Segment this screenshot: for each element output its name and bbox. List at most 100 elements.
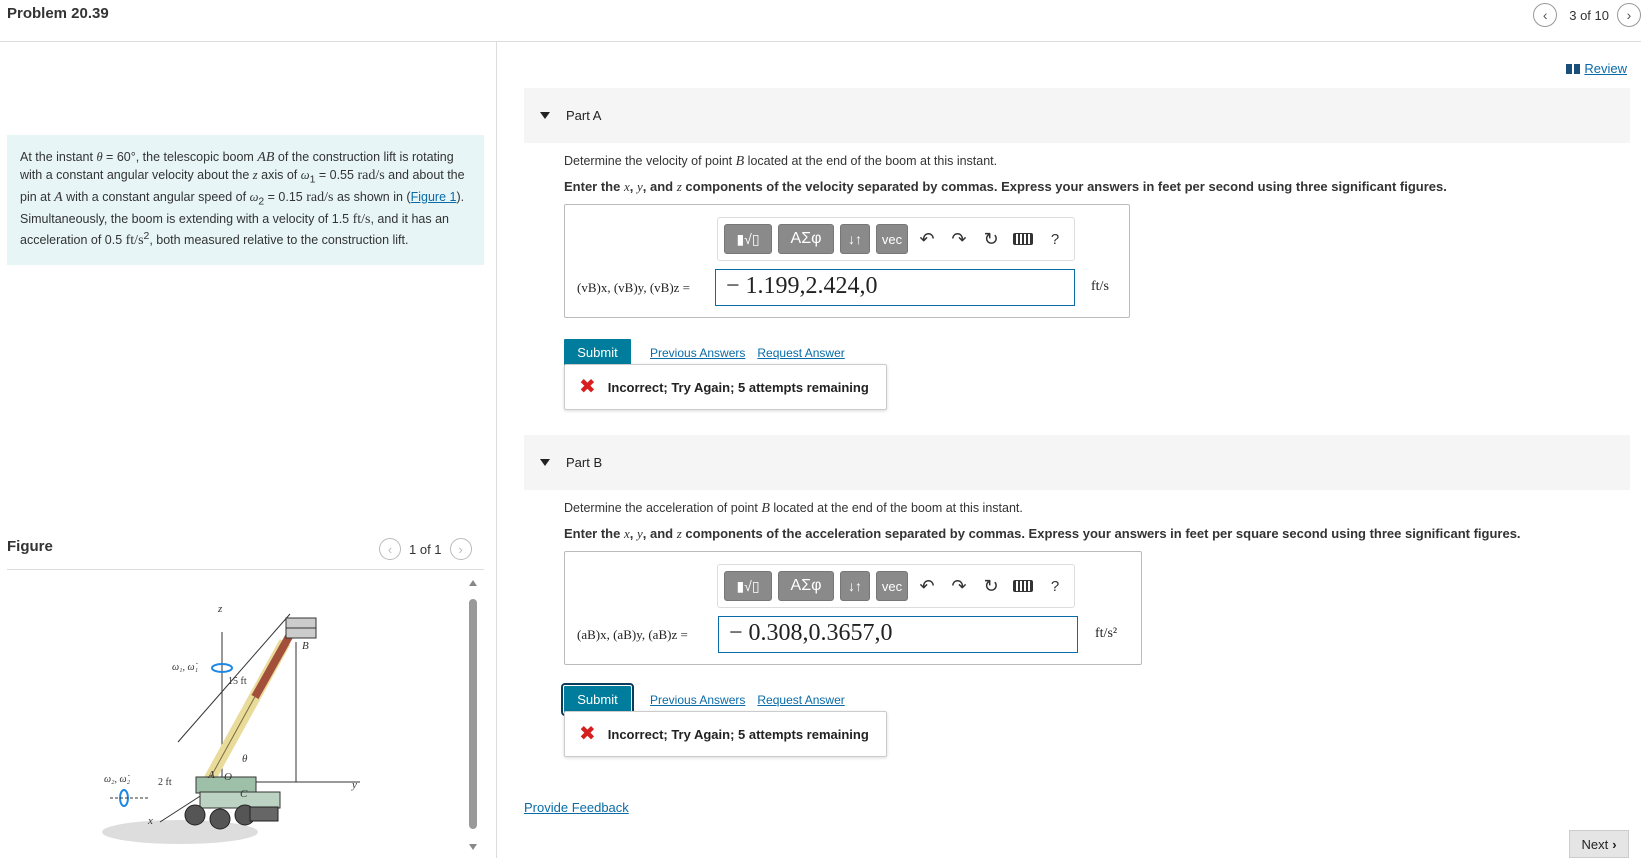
next-label: Next — [1581, 836, 1609, 852]
incorrect-x-icon: ✖ — [579, 376, 596, 398]
part-b-previous-answers-link[interactable]: Previous Answers — [650, 693, 745, 707]
collapse-triangle-icon — [540, 459, 550, 466]
right-pane: Review Part A Determine the velocity of … — [498, 42, 1641, 858]
undo-icon: ↶ — [919, 228, 935, 249]
problem-var: AB — [257, 150, 275, 165]
label-O: O — [224, 771, 232, 783]
part-a-submit-button[interactable]: Submit — [564, 339, 631, 366]
problem-text: At the instant — [20, 150, 97, 164]
redo-icon: ↷ — [951, 575, 967, 596]
templates-button[interactable]: ▮√▯ — [724, 571, 772, 601]
subscript-button[interactable]: ↓↑ — [840, 571, 870, 601]
part-a-links: Previous Answers Request Answer — [650, 346, 845, 360]
problem-unit: ft/s — [352, 211, 371, 227]
redo-button[interactable]: ↷ — [946, 571, 972, 601]
figure-pager-text: 1 of 1 — [409, 541, 442, 557]
subscript-button[interactable]: ↓↑ — [840, 224, 870, 254]
help-button[interactable]: ? — [1042, 224, 1068, 254]
figure-link[interactable]: Figure 1 — [411, 190, 457, 204]
part-b-submit-button[interactable]: Submit — [561, 683, 634, 716]
wheel-front-left — [184, 804, 206, 826]
problem-text: = 60°, the telescopic boom — [102, 150, 258, 164]
undo-icon: ↶ — [919, 575, 935, 596]
vector-button[interactable]: vec — [876, 571, 908, 601]
part-b-answer-input[interactable]: − 0.308,0.3657,0 — [718, 616, 1078, 653]
figure-scrollbar[interactable] — [466, 580, 480, 850]
part-b-input-label: (aB)x, (aB)y, (aB)z = — [577, 627, 688, 642]
part-b-links: Previous Answers Request Answer — [650, 693, 845, 707]
vector-button[interactable]: vec — [876, 224, 908, 254]
provide-feedback-link[interactable]: Provide Feedback — [524, 800, 629, 815]
problem-text: with a constant angular speed of — [62, 189, 250, 204]
help-button[interactable]: ? — [1042, 571, 1068, 601]
template-icon: ▮√▯ — [736, 577, 760, 594]
counterweight — [249, 806, 279, 822]
chevron-right-icon: › — [1626, 7, 1632, 23]
problem-pager: ‹ 3 of 10 › — [1533, 3, 1641, 27]
math-toolbar: ▮√▯ ΑΣφ ↓↑ vec ↶ ↷ ↻ ? — [717, 564, 1075, 608]
book-icon — [1566, 63, 1581, 74]
problem-var: A — [54, 189, 63, 205]
part-a-question: Determine the velocity of point B locate… — [564, 154, 997, 170]
problem-text: = 0.55 — [315, 167, 358, 182]
part-b-answer-box: ▮√▯ ΑΣφ ↓↑ vec ↶ ↷ ↻ ? (aB)x, (aB)y, (aB… — [564, 551, 1142, 665]
chevron-right-icon: › — [458, 541, 463, 557]
ground-shadow — [102, 820, 258, 844]
part-a-header[interactable]: Part A — [524, 88, 1630, 143]
scroll-thumb[interactable] — [469, 599, 477, 829]
part-a-feedback-text: Incorrect; Try Again; 5 attempts remaini… — [607, 379, 869, 395]
instr-text: components of the acceleration separated… — [681, 526, 1521, 541]
undo-button[interactable]: ↶ — [914, 571, 940, 601]
problem-pager-text: 3 of 10 — [1569, 7, 1609, 23]
next-button[interactable]: Next › — [1569, 830, 1629, 858]
problem-title: Problem 20.39 — [7, 5, 109, 22]
label-y: y — [351, 779, 357, 791]
keyboard-button[interactable] — [1010, 224, 1036, 254]
templates-button[interactable]: ▮√▯ — [724, 224, 772, 254]
construction-lift-figure: z y x B A O C θ ω₁, ω̇₁ ω₂, ω̇₂ 15 ft 2 … — [102, 603, 360, 844]
part-b-request-answer-link[interactable]: Request Answer — [757, 693, 844, 707]
figure-heading: Figure — [7, 538, 53, 555]
chevron-left-icon: ‹ — [387, 541, 393, 557]
instr-text: , and — [642, 526, 677, 541]
instr-text: components of the velocity separated by … — [681, 179, 1447, 194]
prev-figure-button[interactable]: ‹ — [379, 538, 401, 560]
keyboard-button[interactable] — [1010, 571, 1036, 601]
label-omega2: ω₂, ω̇₂ — [104, 774, 131, 785]
label-2ft: 2 ft — [158, 777, 172, 788]
prev-problem-button[interactable]: ‹ — [1533, 3, 1558, 27]
part-a-request-answer-link[interactable]: Request Answer — [757, 346, 844, 360]
reset-button[interactable]: ↻ — [978, 224, 1004, 254]
part-b-instruction: Enter the x, y, and z components of the … — [564, 526, 1521, 542]
redo-button[interactable]: ↷ — [946, 224, 972, 254]
problem-unit: rad/s — [306, 189, 334, 205]
reset-icon: ↻ — [983, 575, 999, 596]
label-theta: θ — [242, 753, 248, 765]
scroll-down-icon[interactable] — [469, 844, 477, 850]
part-a-title: Part A — [566, 108, 602, 123]
part-b-header[interactable]: Part B — [524, 435, 1630, 490]
incorrect-x-icon: ✖ — [579, 723, 596, 745]
part-a-previous-answers-link[interactable]: Previous Answers — [650, 346, 745, 360]
label-x: x — [147, 815, 153, 827]
next-problem-button[interactable]: › — [1617, 3, 1641, 27]
label-B: B — [302, 640, 309, 652]
part-a-instruction: Enter the x, y, and z components of the … — [564, 179, 1447, 195]
review-link[interactable]: Review — [1566, 61, 1627, 76]
instr-text: , — [629, 179, 637, 194]
instr-text: , — [629, 526, 637, 541]
scroll-up-icon[interactable] — [469, 580, 477, 586]
next-figure-button[interactable]: › — [449, 538, 472, 560]
symbols-button[interactable]: ΑΣφ — [778, 224, 834, 254]
problem-var: ω — [300, 167, 310, 182]
redo-icon: ↷ — [951, 228, 967, 249]
problem-unit: ft/s — [125, 233, 144, 249]
reset-button[interactable]: ↻ — [978, 571, 1004, 601]
part-a-answer-input[interactable]: − 1.199,2.424,0 — [715, 269, 1075, 306]
part-b-question: Determine the acceleration of point B lo… — [564, 501, 1023, 517]
question-var: B — [761, 501, 770, 516]
undo-button[interactable]: ↶ — [914, 224, 940, 254]
part-b-title: Part B — [566, 455, 603, 470]
symbols-button[interactable]: ΑΣφ — [778, 571, 834, 601]
part-a-unit: ft/s — [1091, 279, 1109, 294]
